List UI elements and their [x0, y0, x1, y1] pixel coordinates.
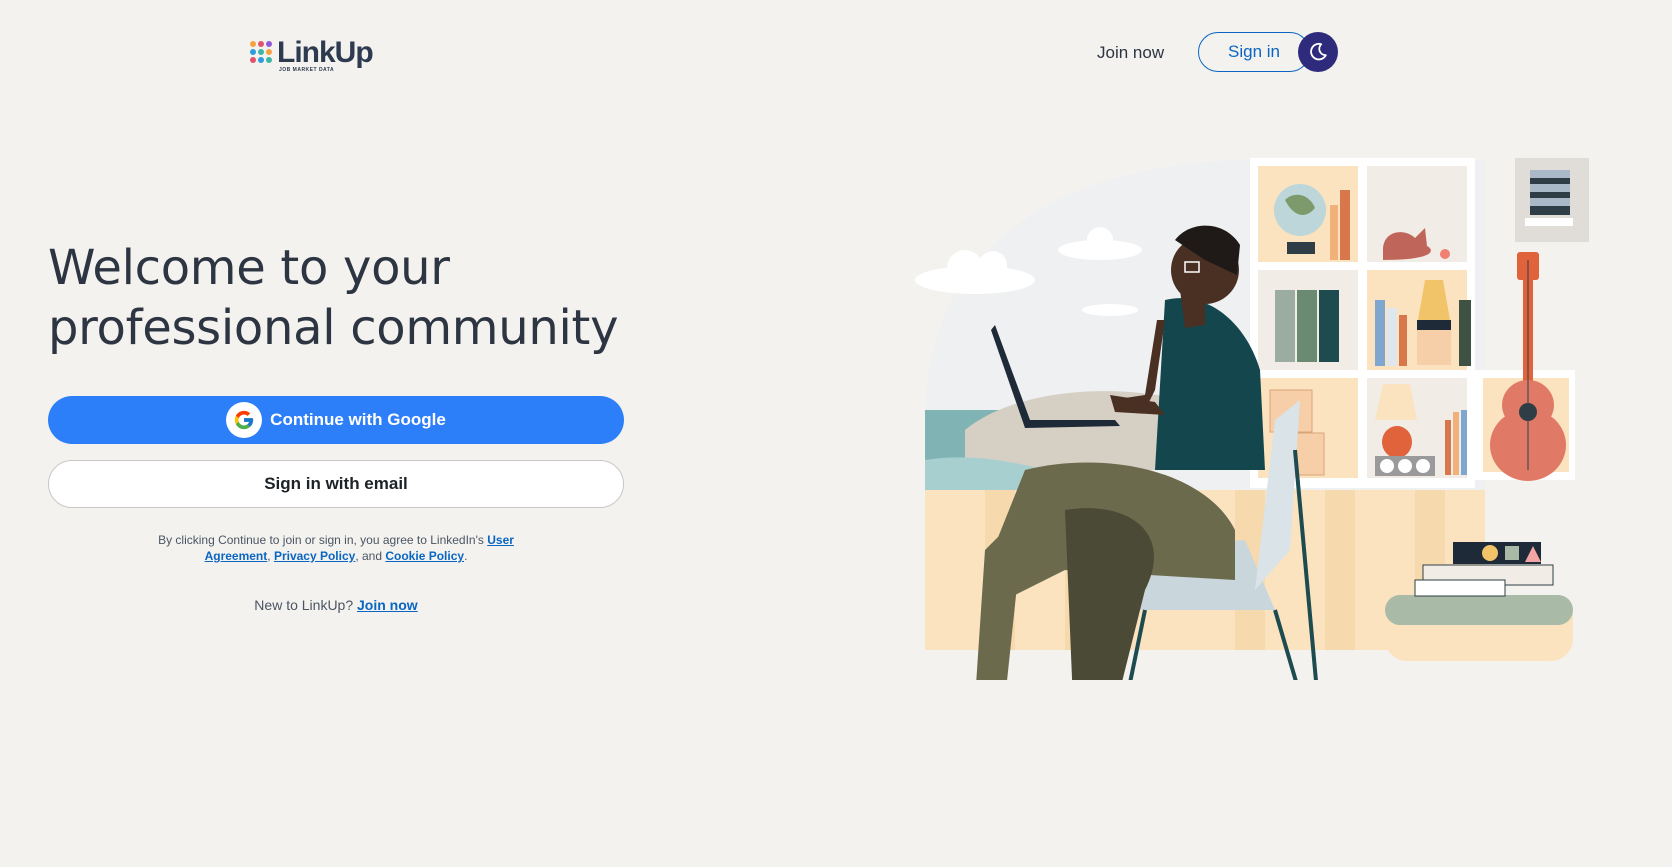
linkup-logo[interactable]: LinkUp JOB MARKET DATA — [250, 36, 374, 73]
guitar — [1490, 252, 1566, 481]
theme-toggle-button[interactable] — [1298, 32, 1338, 72]
new-to-linkup: New to LinkUp? Join now — [48, 597, 624, 613]
header-sign-in-button[interactable]: Sign in — [1198, 32, 1310, 72]
new-to-prefix: New to LinkUp? — [254, 597, 358, 613]
join-now-link[interactable]: Join now — [357, 597, 418, 613]
terms-suffix: . — [464, 549, 468, 563]
terms-sep-1: , — [267, 549, 274, 563]
terms-sep-2: , and — [355, 549, 386, 563]
continue-with-google-label: Continue with Google — [270, 410, 446, 429]
cookie-policy-link[interactable]: Cookie Policy — [385, 549, 464, 563]
logo-tagline: JOB MARKET DATA — [279, 67, 335, 73]
page-title: Welcome to your professional community — [48, 238, 668, 358]
moon-icon — [1310, 42, 1327, 61]
page-title-line-1: Welcome to your — [48, 240, 450, 296]
google-g-icon — [226, 402, 263, 438]
continue-with-google-button[interactable]: Continue with Google — [48, 396, 624, 444]
logo-name: LinkUp — [277, 36, 374, 69]
person-working-on-laptop-illustration — [915, 158, 1589, 680]
sign-in-with-email-button[interactable]: Sign in with email — [48, 460, 624, 508]
page-title-line-2: professional community — [48, 300, 619, 356]
privacy-policy-link[interactable]: Privacy Policy — [274, 549, 355, 563]
header-join-now-link[interactable]: Join now — [1097, 42, 1164, 64]
terms-prefix: By clicking Continue to join or sign in,… — [158, 533, 488, 547]
terms-notice: By clicking Continue to join or sign in,… — [148, 532, 524, 564]
logo-dots-icon — [250, 41, 272, 63]
